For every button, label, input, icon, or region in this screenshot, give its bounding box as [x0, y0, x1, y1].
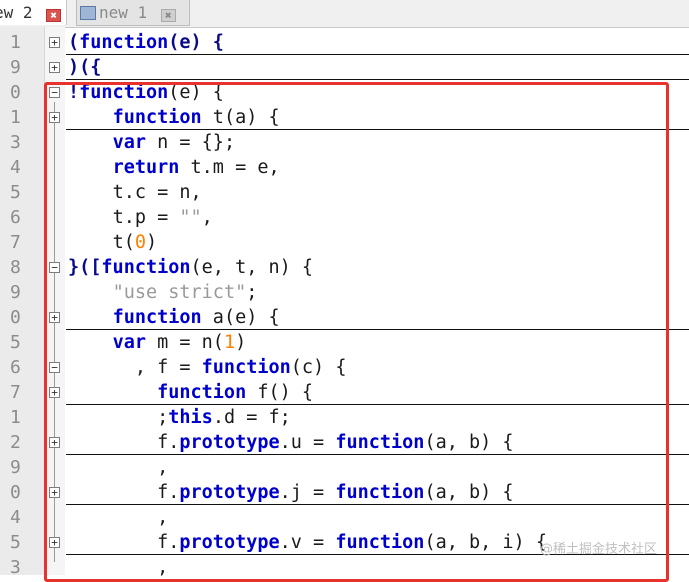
document-icon: [80, 6, 96, 20]
fold-expand-icon[interactable]: +: [49, 37, 60, 48]
line-number: 4: [10, 157, 21, 178]
line-number: 3: [10, 132, 21, 153]
line-number-gutter: 1 9 0 1 3 4 5 6 7 8 9 0 5 6 7 1 2 9 0 4 …: [0, 27, 45, 578]
line-number: 4: [10, 507, 21, 528]
line-number: 6: [10, 357, 21, 378]
line-number: 5: [10, 332, 21, 353]
line-number: 6: [10, 207, 21, 228]
tab-label: new 1: [99, 3, 148, 22]
fold-expand-icon[interactable]: +: [49, 62, 60, 73]
line-number: 0: [10, 482, 21, 503]
tab-label: ew 2: [0, 3, 33, 22]
line-number: 5: [10, 532, 21, 553]
line-number: 8: [10, 257, 21, 278]
line-number: 0: [10, 307, 21, 328]
line-number: 1: [10, 407, 21, 428]
line-number: 1: [10, 107, 21, 128]
line-number: 7: [10, 232, 21, 253]
line-number: 1: [10, 32, 21, 53]
watermark: @稀土掘金技术社区: [540, 542, 658, 557]
code-line[interactable]: (function(e) {: [68, 30, 224, 55]
line-number: 9: [10, 57, 21, 78]
line-number: 9: [10, 282, 21, 303]
tab-new-2[interactable]: ew 2 ✖: [0, 0, 67, 25]
close-icon[interactable]: ✖: [46, 9, 62, 22]
line-number: 3: [10, 557, 21, 578]
line-number: 2: [10, 432, 21, 453]
code-line[interactable]: )({: [68, 55, 101, 80]
highlight-box: [44, 82, 669, 582]
line-number: 7: [10, 382, 21, 403]
line-number: 9: [10, 457, 21, 478]
line-number: 0: [10, 82, 21, 103]
line-number: 5: [10, 182, 21, 203]
tab-new-1[interactable]: new 1 ✖: [76, 0, 190, 26]
tab-bar: ew 2 ✖ new 1 ✖: [0, 0, 689, 28]
close-icon[interactable]: ✖: [160, 9, 176, 22]
